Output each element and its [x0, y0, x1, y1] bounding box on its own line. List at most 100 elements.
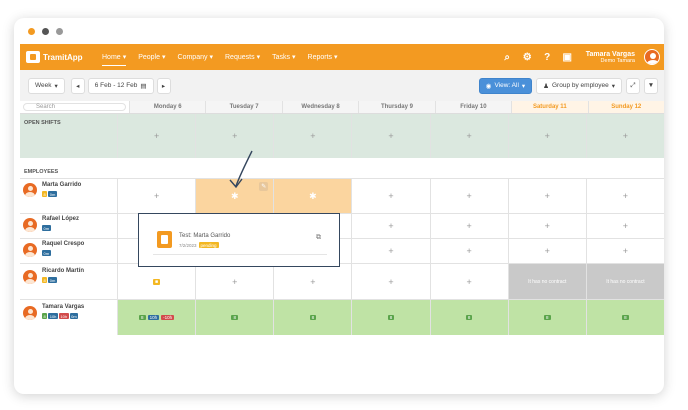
shift-cell[interactable]: ■ [117, 264, 195, 299]
avatar [23, 218, 37, 232]
shift-cell-approved[interactable]: 8 [351, 300, 430, 335]
shift-cell[interactable]: + [351, 239, 429, 263]
employee-name: Ricardo Martín [42, 268, 85, 274]
period-select[interactable]: Week ▾ [28, 77, 65, 94]
shift-cell-approved[interactable]: 8 10h -10h [117, 300, 196, 335]
no-contract-cell: It has no contract [585, 264, 664, 299]
window-dot-grey[interactable] [56, 27, 63, 35]
chevron-right-icon: ▸ [161, 82, 166, 90]
shift-cell-approved[interactable]: 8 [195, 300, 274, 335]
add-shift-cell[interactable]: + [429, 114, 508, 158]
window-dot-orange[interactable] [28, 27, 35, 35]
view-filter-button[interactable]: ◉ View: All ▾ [478, 77, 533, 94]
shift-cell[interactable]: + [273, 264, 351, 299]
app-logo[interactable]: TramitApp [26, 51, 90, 63]
employees-label: EMPLOYEES [24, 169, 59, 175]
shift-cell-approved[interactable]: 8 [429, 300, 508, 335]
nav-reports[interactable]: Reports ▾ [308, 44, 338, 70]
shift-cell[interactable]: + [585, 239, 664, 263]
app-window: TramitApp Home ▾ People ▾ Company ▾ Request… [14, 18, 664, 394]
nav-requests[interactable]: Requests ▾ [225, 44, 260, 70]
employee-cell[interactable]: Rafael López 0m [20, 214, 117, 238]
external-link-icon[interactable]: ⧉ [316, 234, 321, 242]
prev-week-button[interactable]: ◂ [70, 77, 85, 94]
shift-cell-approved[interactable]: 8 [507, 300, 586, 335]
shift-cell-pending[interactable]: ✱ [273, 179, 352, 213]
add-shift-cell[interactable]: + [351, 114, 429, 158]
badge: 8 [42, 277, 48, 283]
employee-cell[interactable]: Tamara Vargas 8 10h 10h 0m [20, 300, 117, 335]
gear-icon[interactable]: ⚙ [522, 52, 533, 63]
user-company: Demo Tamara [600, 57, 635, 64]
gift-icon[interactable]: ▣ [562, 52, 573, 63]
period-label: Week [35, 82, 52, 89]
popup-divider [153, 254, 327, 255]
shift-cell[interactable]: + [351, 179, 429, 213]
employee-name: Rafael López [42, 216, 80, 222]
no-contract-label: It has no contract [528, 278, 567, 285]
shift-cell[interactable]: + [429, 179, 508, 213]
nav-label: Company [177, 53, 208, 61]
grid-header: Search Monday 6 Tuesday 7 Wednesday 8 Th… [20, 101, 664, 114]
shift-cell[interactable]: + [351, 264, 429, 299]
popup-date: 7/2/2023 [179, 242, 197, 248]
nav-company[interactable]: Company ▾ [178, 44, 213, 70]
employee-cell[interactable]: Ricardo Martín 8 0m [20, 264, 117, 299]
nav-people[interactable]: People ▾ [138, 44, 165, 70]
avatar [23, 183, 37, 197]
shift-cell[interactable]: + [585, 214, 664, 238]
user-avatar[interactable] [644, 49, 660, 65]
badge: 8 [42, 191, 48, 197]
help-icon[interactable]: ? [542, 52, 553, 63]
open-shifts-namecell: OPEN SHIFTS [20, 114, 117, 158]
badge: 0m [42, 225, 51, 231]
shift-cell[interactable]: + [117, 179, 195, 213]
filter-button[interactable]: ▼ [644, 77, 658, 94]
shift-cell[interactable]: + [507, 214, 586, 238]
badge: 0m [42, 250, 51, 256]
user-info[interactable]: Tamara Vargas Demo Tamara [586, 51, 635, 64]
shift-cell[interactable]: + [585, 179, 664, 213]
employee-cell[interactable]: Marta Garrido 8 0m [20, 179, 117, 213]
expand-button[interactable]: ⤢ [626, 77, 640, 94]
nav-home[interactable]: Home ▾ [102, 44, 127, 70]
shift-cell-approved[interactable]: 8 [585, 300, 664, 335]
badge: 0m [48, 191, 57, 197]
shift-cell[interactable]: + [351, 214, 429, 238]
annotation-arrow [229, 150, 253, 189]
search-icon[interactable]: ⌕ [502, 52, 513, 63]
chevron-down-icon: ▾ [122, 54, 127, 61]
employee-search-input[interactable]: Search [23, 103, 126, 111]
group-by-select[interactable]: ♟ Group by employee ▾ [536, 77, 622, 94]
schedule-grid: Search Monday 6 Tuesday 7 Wednesday 8 Th… [20, 101, 664, 344]
nav-tasks[interactable]: Tasks ▾ [272, 44, 295, 70]
table-row: Rafael López 0m + + + + + + + [20, 213, 664, 238]
add-shift-cell[interactable]: + [273, 114, 351, 158]
shift-cell[interactable]: + [429, 264, 508, 299]
user-name: Tamara Vargas [585, 50, 635, 58]
shift-cell-approved[interactable]: 8 [273, 300, 352, 335]
eye-icon: ◉ [485, 82, 492, 90]
shift-tag: ■ [153, 278, 161, 285]
shift-cell[interactable]: + [429, 214, 508, 238]
add-shift-cell[interactable]: + [507, 114, 586, 158]
day-header: Friday 10 [434, 101, 512, 113]
shift-cell[interactable]: + [507, 239, 586, 263]
badge: 0m [48, 277, 57, 283]
add-shift-cell[interactable]: + [585, 114, 664, 158]
date-range-picker[interactable]: 6 Feb - 12 Feb ▤ [87, 77, 154, 94]
shift-cell[interactable]: + [429, 239, 508, 263]
employee-cell[interactable]: Raquel Crespo 0m [20, 239, 117, 263]
employees-section-row: EMPLOYEES [20, 158, 664, 178]
employee-name: Raquel Crespo [42, 241, 85, 247]
window-dot-dark[interactable] [42, 27, 49, 35]
shift-request-popup[interactable]: Test: Marta Garrido 7/2/2023 pending ⧉ [138, 213, 340, 267]
logo-icon [26, 51, 40, 63]
expand-icon: ⤢ [630, 81, 636, 89]
shift-cell[interactable]: + [507, 179, 586, 213]
next-week-button[interactable]: ▸ [156, 77, 171, 94]
schedule-toolbar: Week ▾ ◂ 6 Feb - 12 Feb ▤ ▸ ◉ View: All ▾ ♟ G… [20, 70, 664, 101]
shift-cell[interactable]: + [195, 264, 273, 299]
add-shift-cell[interactable]: + [117, 114, 195, 158]
open-shifts-label: OPEN SHIFTS [24, 120, 61, 126]
